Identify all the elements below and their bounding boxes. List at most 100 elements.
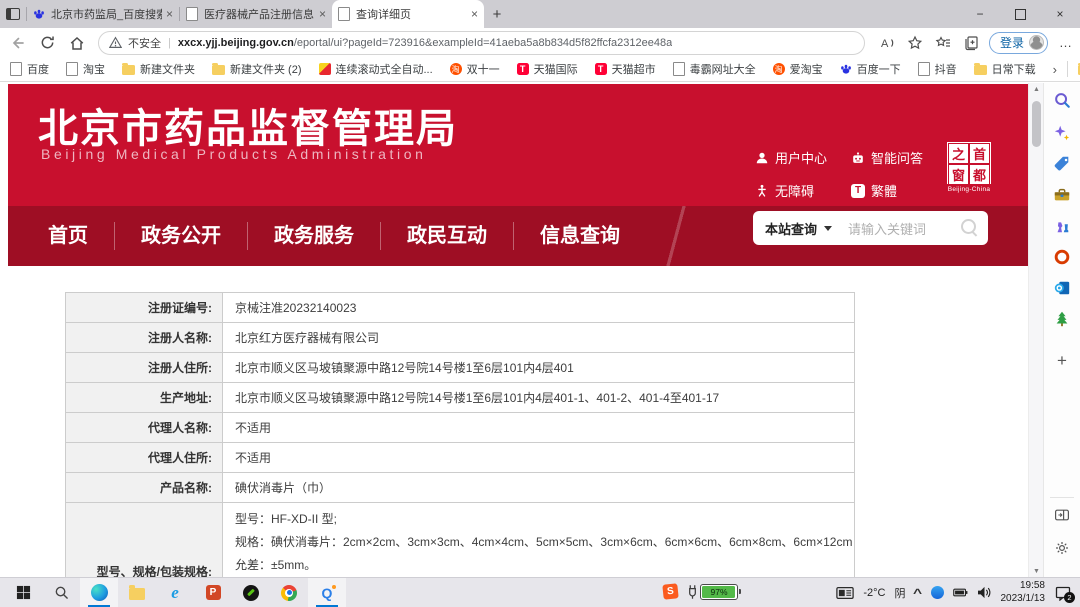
search-icon [54,585,69,600]
bookmark-tmall-market[interactable]: T天猫超市 [595,61,656,77]
page-scrollbar[interactable]: ▲ ▼ [1028,83,1044,578]
back-button[interactable] [4,30,30,56]
sidebar-add-button[interactable]: + [1044,351,1080,371]
bookmark-baidu[interactable]: 百度 [10,61,49,77]
qq-browser-icon: Q [322,585,333,601]
nav-gov-service[interactable]: 政务服务 [247,222,380,250]
tray-app-icon[interactable] [931,586,944,599]
site-search-box[interactable]: 本站查询 请输入关键词 [753,211,988,245]
close-button[interactable]: × [1040,0,1080,28]
taskbar-chrome-button[interactable] [270,578,308,607]
row-value: 不适用 [223,413,854,442]
taskbar-explorer-button[interactable] [118,578,156,607]
weather-temperature[interactable]: -2°C [863,587,885,599]
tab-close-icon[interactable]: × [166,7,173,21]
bookmark-folder-2[interactable]: 新建文件夹 (2) [212,61,302,77]
collections-button[interactable] [958,30,984,56]
tab-baidu-search[interactable]: 北京市药监局_百度搜索 × [27,0,179,28]
accessibility-link[interactable]: 无障碍 [755,181,851,200]
scroll-up-icon[interactable]: ▲ [1029,86,1044,93]
user-center-link[interactable]: 用户中心 [755,148,851,167]
sidebar-office-button[interactable] [1044,248,1080,266]
site-header: 北京市药品监督管理局 Beijing Medical Products Admi… [8,84,1028,206]
table-row: 代理人名称: 不适用 [66,413,854,443]
nav-interaction[interactable]: 政民互动 [380,222,513,250]
taskbar-clock[interactable]: 19:58 2023/1/13 [1001,580,1046,605]
capital-window-logo[interactable]: 之首 窗都 Beijing-China [945,142,993,193]
sidebar-discover-button[interactable] [1044,124,1080,142]
notes-app-icon [243,585,259,601]
new-tab-button[interactable]: + [484,0,510,28]
taskbar-powerpoint-button[interactable]: P [194,578,232,607]
row-label: 注册证编号: [66,293,223,322]
restore-button[interactable] [1000,0,1040,28]
sidebar-outlook-button[interactable] [1044,279,1080,297]
nav-info-query[interactable]: 信息查询 [513,222,646,250]
logo-grid: 之首 窗都 [947,142,991,184]
scroll-down-icon[interactable]: ▼ [1029,568,1044,575]
tab-query-detail-active[interactable]: 查询详细页 × [332,0,484,28]
bookmark-douyin[interactable]: 抖音 [918,61,957,77]
bookmark-daily-download[interactable]: 日常下载 [974,61,1036,77]
tray-battery-icon[interactable] [953,587,968,598]
search-input[interactable]: 请输入关键词 [848,219,926,238]
bookmark-taobao[interactable]: 淘宝 [66,61,105,77]
taskbar-notes-app-button[interactable] [232,578,270,607]
chevron-down-icon [824,226,832,231]
login-button[interactable]: 登录 [989,32,1048,54]
browser-titlebar: 北京市药监局_百度搜索 × 医疗器械产品注册信息 × 查询详细页 × + − × [0,0,1080,28]
tree-icon [1053,310,1071,328]
home-button[interactable] [64,30,90,56]
add-favorite-button[interactable] [902,30,928,56]
bookmark-duba[interactable]: 毒霸网址大全 [673,61,756,77]
sidebar-games-button[interactable] [1044,217,1080,235]
table-row-spec: 型号、规格/包装规格: 型号：HF-XD-II 型; 规格：碘伏消毒片：2cm×… [66,503,854,578]
tab-actions-icon [6,8,20,20]
tab-actions-menu[interactable] [0,0,26,28]
nav-gov-open[interactable]: 政务公开 [114,222,247,250]
weather-condition[interactable]: 阴 [894,585,905,601]
sidebar-shopping-button[interactable] [1044,155,1080,173]
search-scope-dropdown[interactable]: 本站查询 [765,219,817,238]
tab-close-icon[interactable]: × [319,7,326,21]
start-button[interactable] [4,578,42,607]
tab-device-registration[interactable]: 医疗器械产品注册信息 × [180,0,332,28]
login-label: 登录 [1000,34,1024,51]
sidebar-divider [1050,497,1074,498]
read-aloud-button[interactable]: A [874,30,900,56]
tab-title: 医疗器械产品注册信息 [204,6,315,22]
sidebar-search-button[interactable] [1044,91,1080,109]
bookmark-baidu-yixia[interactable]: 百度一下 [840,61,901,77]
sidebar-settings-button[interactable] [1044,540,1080,556]
taskbar-qq-browser-button[interactable]: Q [308,578,346,607]
taskbar-edge-button[interactable] [80,578,118,607]
taskbar-ie-button[interactable]: e [156,578,194,607]
user-icon [755,151,769,165]
nav-home[interactable]: 首页 [22,222,114,250]
bookmark-aitaobao[interactable]: 淘爱淘宝 [773,61,823,77]
minimize-button[interactable]: − [960,0,1000,28]
news-widget-icon[interactable] [836,586,854,600]
search-icon[interactable] [961,219,976,234]
sidebar-tree-button[interactable] [1044,310,1080,328]
tab-close-icon[interactable]: × [471,7,478,21]
page-icon [10,62,22,76]
settings-more-button[interactable]: … [1053,30,1079,56]
tray-expand-button[interactable]: ^ [913,586,922,600]
bookmark-double11[interactable]: 淘双十一 [450,61,500,77]
sidebar-collapse-button[interactable] [1044,507,1080,523]
bookmark-folder-1[interactable]: 新建文件夹 [122,61,195,77]
speaker-icon[interactable] [977,586,992,599]
action-center-button[interactable]: 2 [1054,585,1072,601]
bookmarks-overflow-button[interactable]: › [1053,62,1057,77]
taskbar-search-button[interactable] [42,578,80,607]
refresh-button[interactable] [34,30,60,56]
sogou-input-icon[interactable]: S [662,583,678,599]
battery-indicator[interactable]: 97% [688,584,738,600]
bookmark-tmall-global[interactable]: T天猫国际 [517,61,578,77]
favorites-hub-button[interactable] [930,30,956,56]
address-bar[interactable]: 不安全 | xxcx.yjj.beijing.gov.cn/eportal/ui… [98,31,865,55]
sidebar-tools-button[interactable] [1044,186,1080,204]
bookmark-autoscroll[interactable]: 连续滚动式全自动... [319,61,433,77]
scrollbar-thumb[interactable] [1032,101,1041,147]
